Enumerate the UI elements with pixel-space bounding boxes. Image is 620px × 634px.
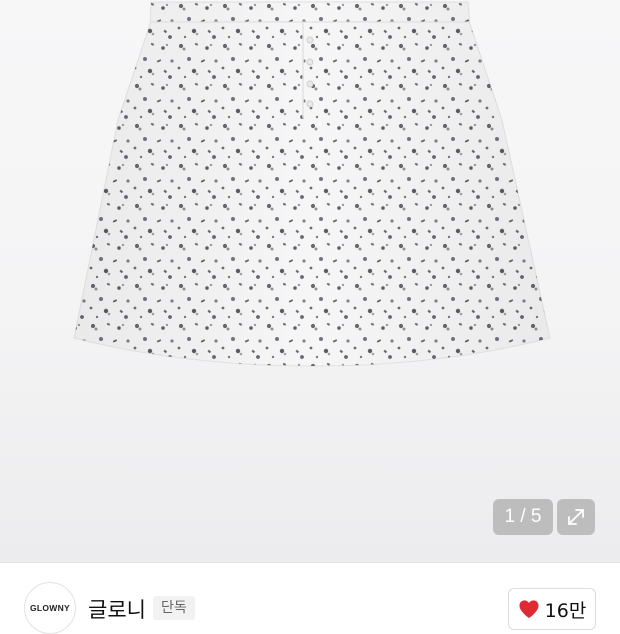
exclusive-badge: 단독: [153, 596, 195, 620]
brand-bar: GLOWNY 글로니 단독 16만: [0, 562, 620, 634]
image-pager: 1 / 5: [493, 499, 553, 535]
product-image-gallery[interactable]: 1 / 5: [0, 0, 620, 562]
brand-logo[interactable]: GLOWNY: [24, 582, 76, 634]
fullscreen-button[interactable]: [557, 499, 595, 535]
heart-icon: [519, 600, 539, 619]
product-photo: [73, 1, 551, 367]
like-count: 16만: [544, 599, 587, 622]
expand-arrows-icon: [568, 509, 584, 525]
like-button[interactable]: 16만: [508, 588, 596, 630]
